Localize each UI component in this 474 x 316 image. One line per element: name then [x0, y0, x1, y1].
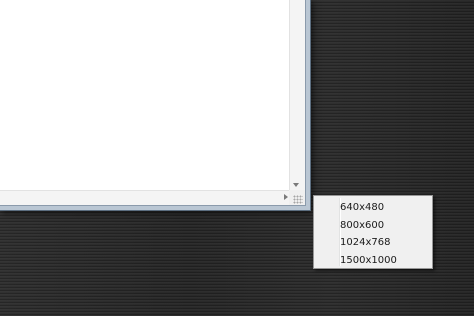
menu-item-800x600[interactable]: 800x600	[314, 217, 432, 235]
chevron-right-icon[interactable]	[284, 194, 288, 200]
menu-item-1024x768[interactable]: 1024x768	[314, 234, 432, 252]
application-window	[0, 0, 311, 211]
vertical-scrollbar[interactable]	[289, 0, 305, 190]
chevron-down-icon[interactable]	[293, 183, 299, 187]
resolution-context-menu: 640x480 800x600 1024x768 1500x1000	[313, 195, 433, 269]
menu-item-1500x1000[interactable]: 1500x1000	[314, 252, 432, 270]
content-viewport[interactable]	[0, 0, 289, 190]
horizontal-scrollbar[interactable]	[0, 190, 289, 205]
window-client-area	[0, 0, 306, 206]
menu-item-640x480[interactable]: 640x480	[314, 199, 432, 217]
resize-grip-icon[interactable]	[293, 195, 303, 204]
